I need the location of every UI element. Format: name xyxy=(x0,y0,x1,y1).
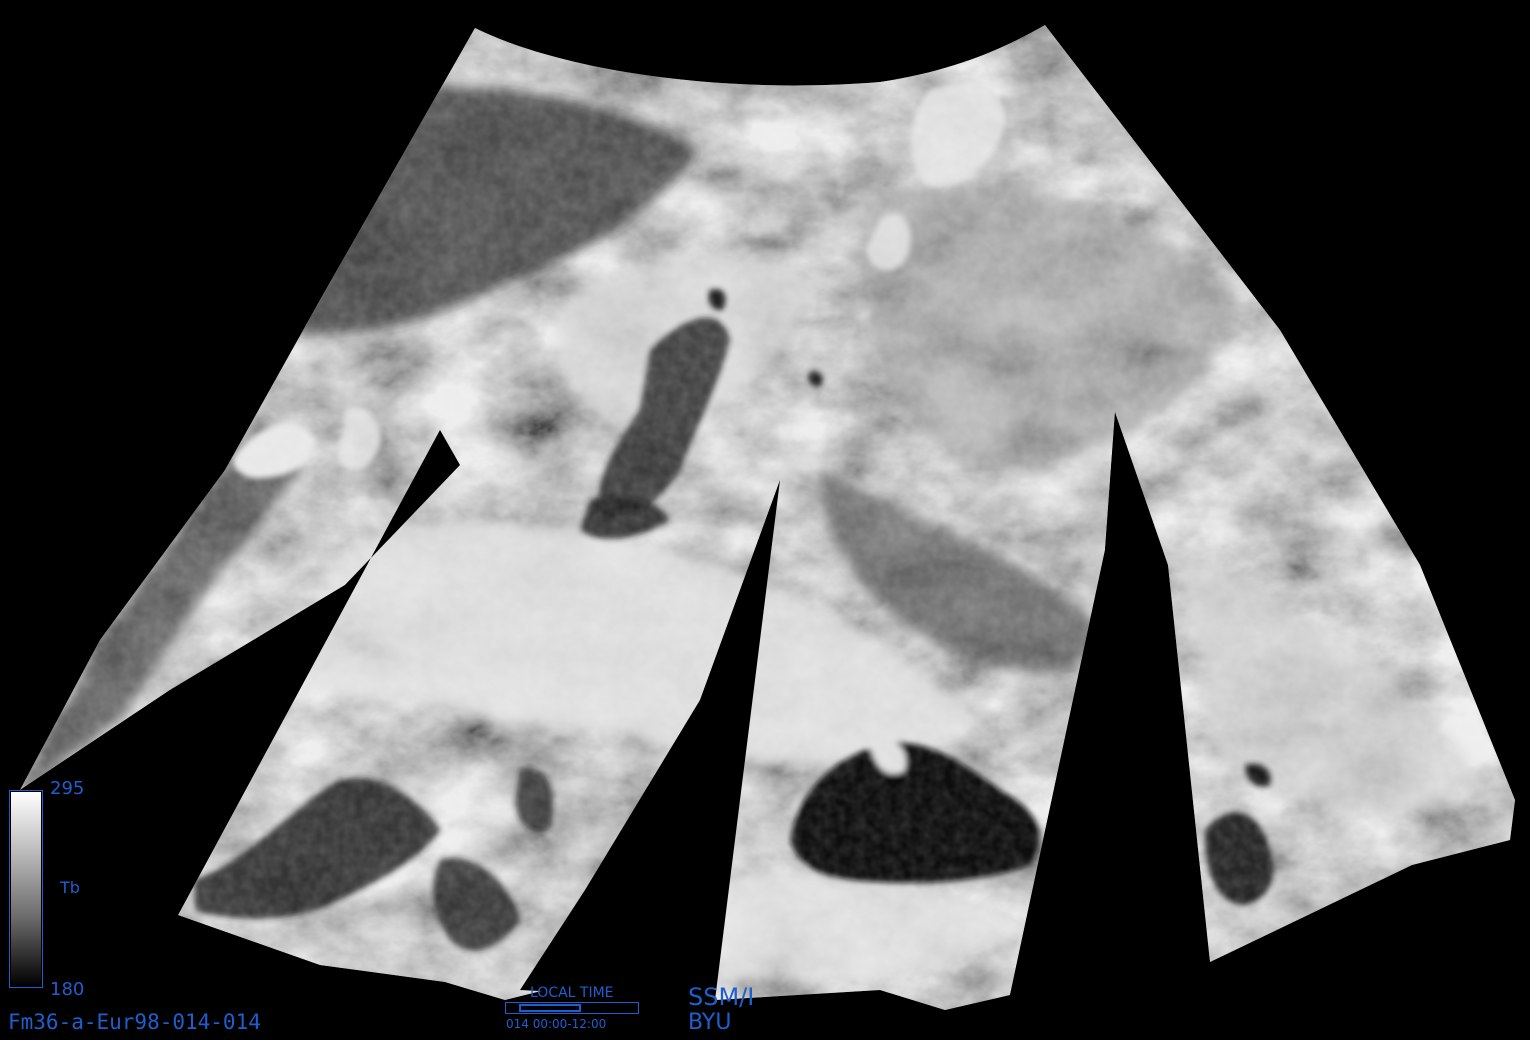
sensor-label: SSM/I xyxy=(688,983,755,1011)
swath-grain xyxy=(20,25,1515,1010)
colorbar-variable-label: Tb xyxy=(60,878,80,897)
local-time-bar xyxy=(505,1002,639,1014)
satellite-map xyxy=(0,0,1530,1040)
local-time-range: 014 00:00-12:00 xyxy=(506,1017,607,1031)
colorbar-min-label: 180 xyxy=(50,979,85,1000)
institution-label: BYU xyxy=(688,1010,732,1035)
colorbar-gradient xyxy=(11,792,41,986)
product-id: Fm36-a-Eur98-014-014 xyxy=(8,1010,261,1034)
local-time-label: LOCAL TIME xyxy=(530,985,614,1001)
map-svg xyxy=(20,25,1515,1010)
local-time-fill xyxy=(519,1004,581,1012)
colorbar xyxy=(9,790,43,988)
colorbar-max-label: 295 xyxy=(50,778,85,799)
